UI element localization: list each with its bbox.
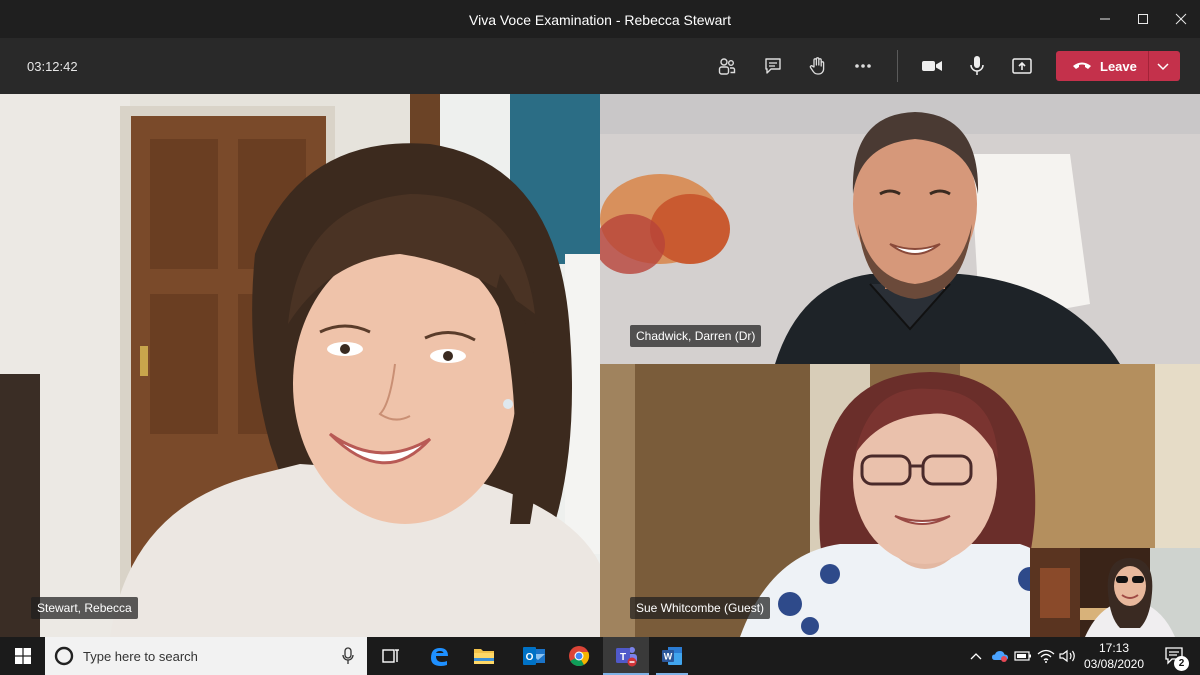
leave-divider bbox=[1148, 51, 1149, 81]
battery-icon bbox=[1014, 651, 1031, 661]
hang-up-icon bbox=[1073, 62, 1091, 69]
share-screen-icon bbox=[1012, 58, 1032, 74]
share-screen-button[interactable] bbox=[1006, 52, 1038, 80]
participant-name-bottom-right: Sue Whitcombe (Guest) bbox=[630, 597, 771, 619]
leave-label: Leave bbox=[1100, 59, 1137, 74]
chrome-icon bbox=[569, 646, 590, 667]
file-explorer-taskbar-button[interactable] bbox=[462, 637, 506, 675]
edge-icon bbox=[431, 648, 448, 666]
show-participants-button[interactable] bbox=[711, 52, 743, 80]
chevron-down-icon[interactable] bbox=[1156, 59, 1170, 73]
leave-button[interactable]: Leave bbox=[1056, 51, 1180, 81]
notification-count-badge: 2 bbox=[1174, 656, 1189, 671]
participant-video-chadwick bbox=[600, 94, 1200, 364]
word-icon: W bbox=[662, 647, 682, 665]
word-taskbar-button[interactable]: W bbox=[650, 637, 694, 675]
search-placeholder: Type here to search bbox=[83, 649, 198, 664]
microphone-icon bbox=[970, 56, 984, 75]
taskbar-search-box[interactable]: Type here to search bbox=[45, 637, 367, 675]
raise-hand-icon bbox=[809, 57, 825, 75]
microphone-icon[interactable] bbox=[341, 647, 355, 665]
microphone-button[interactable] bbox=[961, 52, 993, 80]
camera-icon bbox=[922, 61, 942, 71]
meeting-timer: 03:12:42 bbox=[27, 59, 78, 74]
wifi-tray-button[interactable] bbox=[1035, 637, 1057, 675]
video-tile-top-right[interactable]: Chadwick, Darren (Dr) bbox=[600, 94, 1200, 364]
more-options-button[interactable] bbox=[847, 52, 879, 80]
clock-date: 03/08/2020 bbox=[1083, 657, 1145, 671]
chat-icon bbox=[765, 58, 781, 74]
participant-name-top-right: Chadwick, Darren (Dr) bbox=[630, 325, 762, 347]
more-options-icon bbox=[855, 64, 871, 68]
participant-name-main: Stewart, Rebecca bbox=[31, 597, 138, 619]
outlook-icon: O bbox=[523, 647, 545, 665]
svg-text:W: W bbox=[664, 652, 673, 662]
close-icon bbox=[1175, 13, 1187, 25]
clock-time: 17:13 bbox=[1098, 641, 1130, 655]
onedrive-cloud-icon bbox=[992, 651, 1008, 662]
video-tile-main[interactable]: Stewart, Rebecca bbox=[0, 94, 600, 637]
teams-icon: T bbox=[616, 647, 637, 667]
window-title: Viva Voce Examination - Rebecca Stewart bbox=[469, 12, 731, 28]
svg-text:T: T bbox=[620, 652, 626, 663]
meeting-toolbar: 03:12:42 bbox=[0, 38, 1200, 94]
edge-taskbar-button[interactable] bbox=[417, 637, 461, 675]
volume-tray-button[interactable] bbox=[1057, 637, 1079, 675]
taskbar-clock[interactable]: 17:13 03/08/2020 bbox=[1080, 640, 1148, 672]
task-view-icon bbox=[382, 649, 399, 663]
windows-logo-icon bbox=[14, 648, 31, 664]
self-view-video[interactable] bbox=[1030, 548, 1200, 637]
participants-icon bbox=[718, 58, 736, 75]
svg-text:O: O bbox=[526, 652, 534, 663]
cortana-icon bbox=[54, 646, 74, 666]
self-view-image bbox=[1030, 548, 1200, 637]
maximize-icon bbox=[1138, 14, 1148, 24]
wifi-icon bbox=[1037, 649, 1055, 663]
speaker-icon bbox=[1059, 649, 1075, 663]
toolbar-divider bbox=[897, 50, 898, 82]
teams-taskbar-button[interactable]: T bbox=[603, 637, 649, 675]
camera-button[interactable] bbox=[916, 52, 948, 80]
outlook-taskbar-button[interactable]: O bbox=[512, 637, 556, 675]
chrome-taskbar-button[interactable] bbox=[557, 637, 601, 675]
folder-icon bbox=[474, 649, 494, 664]
start-button[interactable] bbox=[0, 637, 45, 675]
action-center-button[interactable]: 2 bbox=[1154, 637, 1194, 675]
battery-tray-button[interactable] bbox=[1012, 637, 1034, 675]
minimize-icon bbox=[1100, 18, 1110, 20]
close-button[interactable] bbox=[1158, 0, 1200, 38]
task-view-button[interactable] bbox=[370, 637, 412, 675]
raise-hand-button[interactable] bbox=[801, 52, 833, 80]
show-hidden-icons-button[interactable] bbox=[965, 637, 987, 675]
chevron-up-icon bbox=[970, 653, 982, 660]
onedrive-tray-button[interactable] bbox=[989, 637, 1011, 675]
show-chat-button[interactable] bbox=[757, 52, 789, 80]
title-bar: Viva Voce Examination - Rebecca Stewart bbox=[0, 0, 1200, 38]
participant-video-stewart bbox=[0, 94, 600, 637]
windows-taskbar: Type here to search O T W 17:13 03/08/20… bbox=[0, 637, 1200, 675]
